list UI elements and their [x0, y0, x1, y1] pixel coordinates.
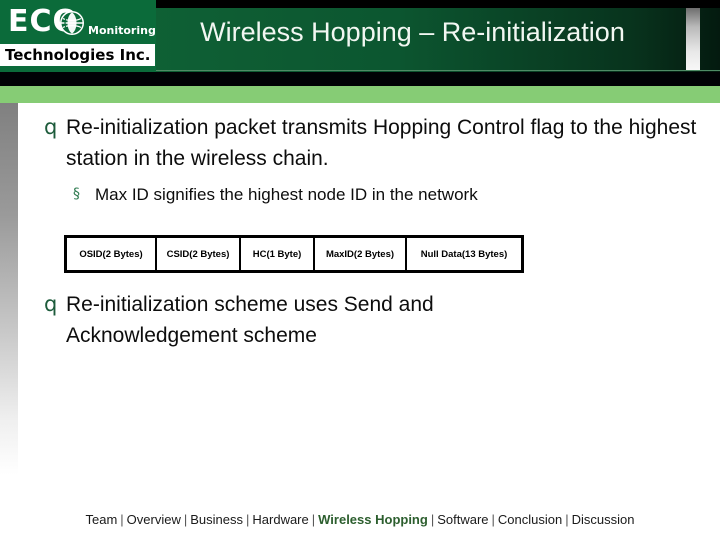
footer-nav-separator: | [120, 512, 124, 527]
packet-field-hc: HC(1 Byte) [239, 235, 315, 273]
sub-bullet-item: § Max ID signifies the highest node ID i… [73, 182, 478, 207]
logo-tagline: Monitoring [88, 24, 156, 37]
packet-field-maxid: MaxID(2 Bytes) [313, 235, 407, 273]
small-square-bullet-icon: § [73, 186, 80, 202]
footer-nav-separator: | [430, 512, 435, 527]
sub-bullet-text: Max ID signifies the highest node ID in … [95, 185, 478, 204]
footer-nav-item-conclusion[interactable]: Conclusion [498, 512, 562, 527]
footer-navigation: Team | Overview | Business | Hardware | Wireless… [0, 512, 720, 527]
packet-field-csid: CSID(2 Bytes) [155, 235, 241, 273]
square-bullet-icon: q [44, 115, 58, 139]
logo-company-name: Technologies Inc. [5, 46, 151, 64]
header-green-band [0, 86, 720, 103]
bullet-item: q Re-initialization packet transmits Hop… [44, 112, 704, 174]
footer-nav-separator: | [183, 512, 188, 527]
slide-title: Wireless Hopping – Re-initialization [200, 17, 625, 47]
packet-field-osid: OSID(2 Bytes) [64, 235, 157, 273]
footer-nav-item-business[interactable]: Business [190, 512, 243, 527]
footer-nav-separator: | [565, 512, 569, 527]
footer-nav-item-team[interactable]: Team [85, 512, 117, 527]
bullet-text: Re-initialization packet transmits Hoppi… [66, 116, 697, 170]
globe-icon [58, 9, 86, 37]
left-accent-strip [0, 103, 18, 475]
slide: ECO Monitoring Technologies Inc. Wireles… [0, 0, 720, 540]
bullet-item: q Re-initialization scheme uses Send and… [44, 289, 564, 351]
company-logo: ECO Monitoring Technologies Inc. [0, 0, 156, 72]
packet-field-nulldata: Null Data(13 Bytes) [405, 235, 524, 273]
footer-nav-item-overview[interactable]: Overview [127, 512, 181, 527]
footer-nav-item-hardware[interactable]: Hardware [252, 512, 308, 527]
footer-nav-separator: | [491, 512, 495, 527]
header-accent-bar [686, 8, 700, 70]
slide-body: q Re-initialization packet transmits Hop… [18, 103, 720, 500]
footer-nav-item-software[interactable]: Software [437, 512, 488, 527]
square-bullet-icon: q [44, 292, 58, 316]
footer-nav-item-wireless-hopping[interactable]: Wireless Hopping [318, 512, 428, 527]
header-bottom-rule [0, 72, 720, 86]
bullet-text: Re-initialization scheme uses Send and A… [66, 293, 434, 347]
footer-nav-item-discussion[interactable]: Discussion [572, 512, 635, 527]
packet-format-table: OSID(2 Bytes) CSID(2 Bytes) HC(1 Byte) M… [64, 235, 524, 273]
footer-nav-separator: | [246, 512, 250, 527]
table-row: OSID(2 Bytes) CSID(2 Bytes) HC(1 Byte) M… [64, 235, 524, 273]
footer-nav-separator: | [311, 512, 316, 527]
